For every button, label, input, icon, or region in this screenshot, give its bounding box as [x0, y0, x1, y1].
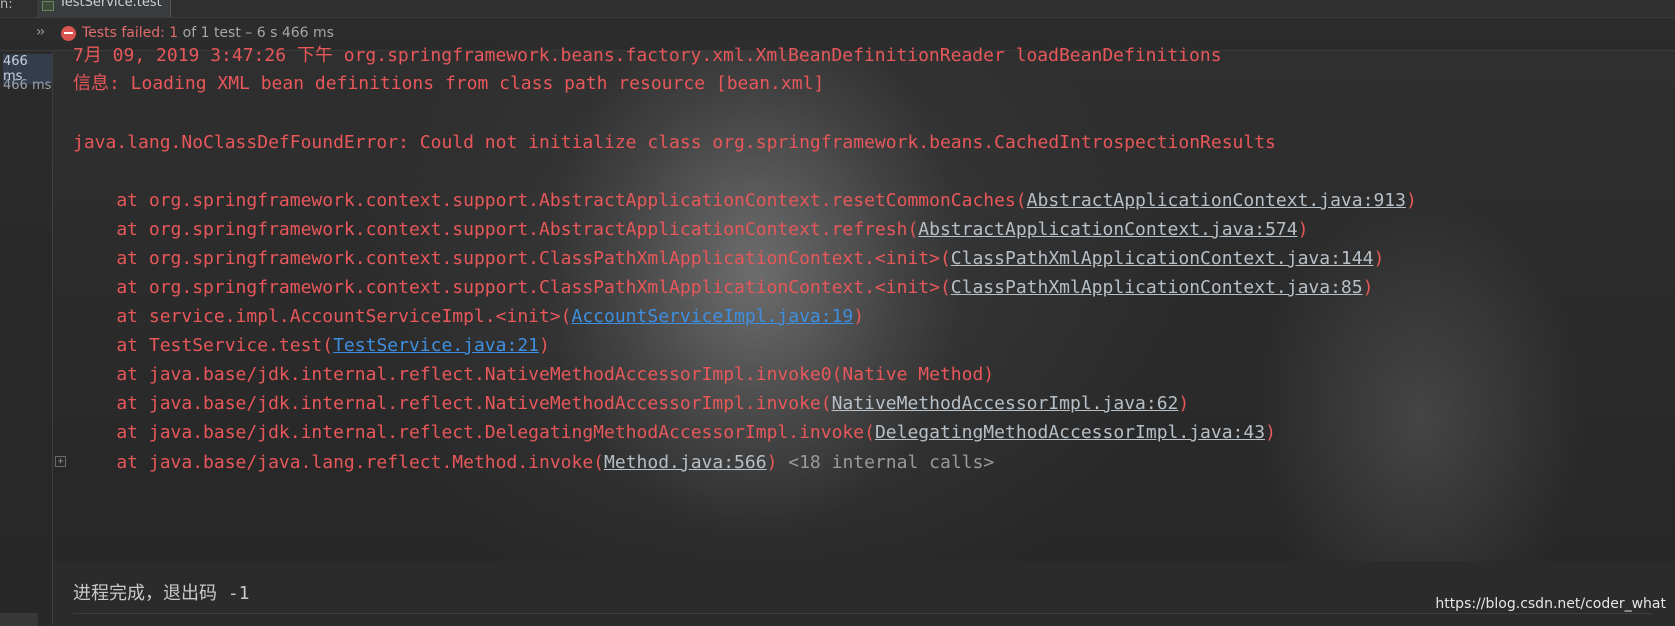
test-file-icon — [42, 1, 54, 11]
console-text: at org.springframework.context.support.A… — [73, 219, 919, 240]
console-text: at org.springframework.context.support.A… — [73, 190, 1027, 211]
console-text: ) — [1362, 277, 1374, 298]
gutter-scroll-box — [0, 613, 38, 626]
console-text: ) — [539, 335, 550, 356]
source-link[interactable]: NativeMethodAccessorImpl.java:62 — [832, 393, 1179, 414]
console-text: ) — [766, 452, 778, 473]
console-text: at java.base/java.lang.reflect.Method.in… — [73, 452, 605, 473]
source-link[interactable]: TestService.java:21 — [333, 335, 539, 356]
console-text: ) — [1265, 422, 1276, 443]
console-text: ) — [853, 306, 865, 327]
console-line: at org.springframework.context.support.A… — [73, 189, 1417, 213]
source-link[interactable]: AccountServiceImpl.java:19 — [572, 306, 854, 327]
console-line: java.lang.NoClassDefFoundError: Could no… — [73, 131, 1276, 155]
console-text: at org.springframework.context.support.C… — [73, 277, 951, 298]
source-link[interactable]: ClassPathXmlApplicationContext.java:144 — [951, 248, 1374, 269]
watermark: https://blog.csdn.net/coder_what — [1435, 596, 1666, 612]
console-footer: 进程完成，退出码 -1 — [53, 561, 1675, 625]
console-line: at java.base/jdk.internal.reflect.Native… — [73, 392, 1189, 416]
console-text: at java.base/jdk.internal.reflect.Native… — [73, 364, 995, 385]
double-chevron-right-icon[interactable]: ›› — [36, 24, 45, 40]
source-link[interactable]: AbstractApplicationContext.java:574 — [918, 219, 1297, 240]
console-line: at service.impl.AccountServiceImpl.<init… — [73, 305, 864, 329]
console-text: at service.impl.AccountServiceImpl.<init… — [73, 306, 572, 327]
console-text: ) — [1373, 248, 1385, 269]
test-tree-gutter: 466 ms 466 ms — [0, 51, 53, 626]
console-text: at java.base/jdk.internal.reflect.Native… — [73, 393, 832, 414]
console-text: java.lang.NoClassDefFoundError: Could no… — [73, 132, 1276, 153]
console-text: ) — [1405, 190, 1417, 211]
console-text: at org.springframework.context.support.C… — [73, 248, 951, 269]
console-text: at java.base/jdk.internal.reflect.Delega… — [73, 422, 875, 443]
minus-circle-fail-icon — [61, 26, 76, 41]
console-line: at TestService.test(TestService.java:21) — [73, 334, 550, 358]
console-line: 信息: Loading XML bean definitions from cl… — [73, 72, 824, 96]
internal-calls-fold[interactable]: <18 internal calls> — [777, 452, 994, 473]
tab-testservice-test[interactable]: TestService.test — [37, 0, 171, 17]
console-line: at java.base/java.lang.reflect.Method.in… — [73, 451, 994, 475]
test-summary: of 1 test – 6 s 466 ms — [178, 25, 334, 41]
test-status-text: Tests failed: 1 of 1 test – 6 s 466 ms — [82, 25, 334, 41]
process-exit-message: 进程完成，退出码 -1 — [73, 583, 250, 604]
plus-square-icon[interactable]: + — [55, 456, 66, 467]
run-toolbar: n: TestService.test — [0, 0, 1675, 18]
console-output: + 7月 09, 2019 3:47:26 下午 org.springframe… — [53, 45, 1675, 571]
tab-label: TestService.test — [59, 0, 162, 10]
console-line: at java.base/jdk.internal.reflect.Native… — [73, 363, 994, 387]
run-label: n: — [0, 0, 13, 12]
divider — [73, 613, 1653, 614]
tests-failed-count: Tests failed: 1 — [82, 25, 179, 41]
source-link[interactable]: AbstractApplicationContext.java:913 — [1027, 190, 1406, 211]
console-line: at org.springframework.context.support.C… — [73, 276, 1373, 300]
console-text: at TestService.test( — [73, 335, 334, 356]
console-text: 7月 09, 2019 3:47:26 下午 org.springframewo… — [73, 45, 1222, 66]
console-text: ) — [1297, 219, 1309, 240]
console-line: at java.base/jdk.internal.reflect.Delega… — [73, 421, 1276, 445]
source-link[interactable]: Method.java:566 — [604, 452, 767, 473]
source-link[interactable]: DelegatingMethodAccessorImpl.java:43 — [875, 422, 1265, 443]
console-line: at org.springframework.context.support.A… — [73, 218, 1308, 242]
console-line: 7月 09, 2019 3:47:26 下午 org.springframewo… — [73, 44, 1222, 68]
console-text: ) — [1178, 393, 1190, 414]
console-text: 信息: Loading XML bean definitions from cl… — [73, 73, 825, 94]
source-link[interactable]: ClassPathXmlApplicationContext.java:85 — [951, 277, 1363, 298]
console-line: at org.springframework.context.support.C… — [73, 247, 1384, 271]
test-duration-item[interactable]: 466 ms — [3, 78, 51, 93]
